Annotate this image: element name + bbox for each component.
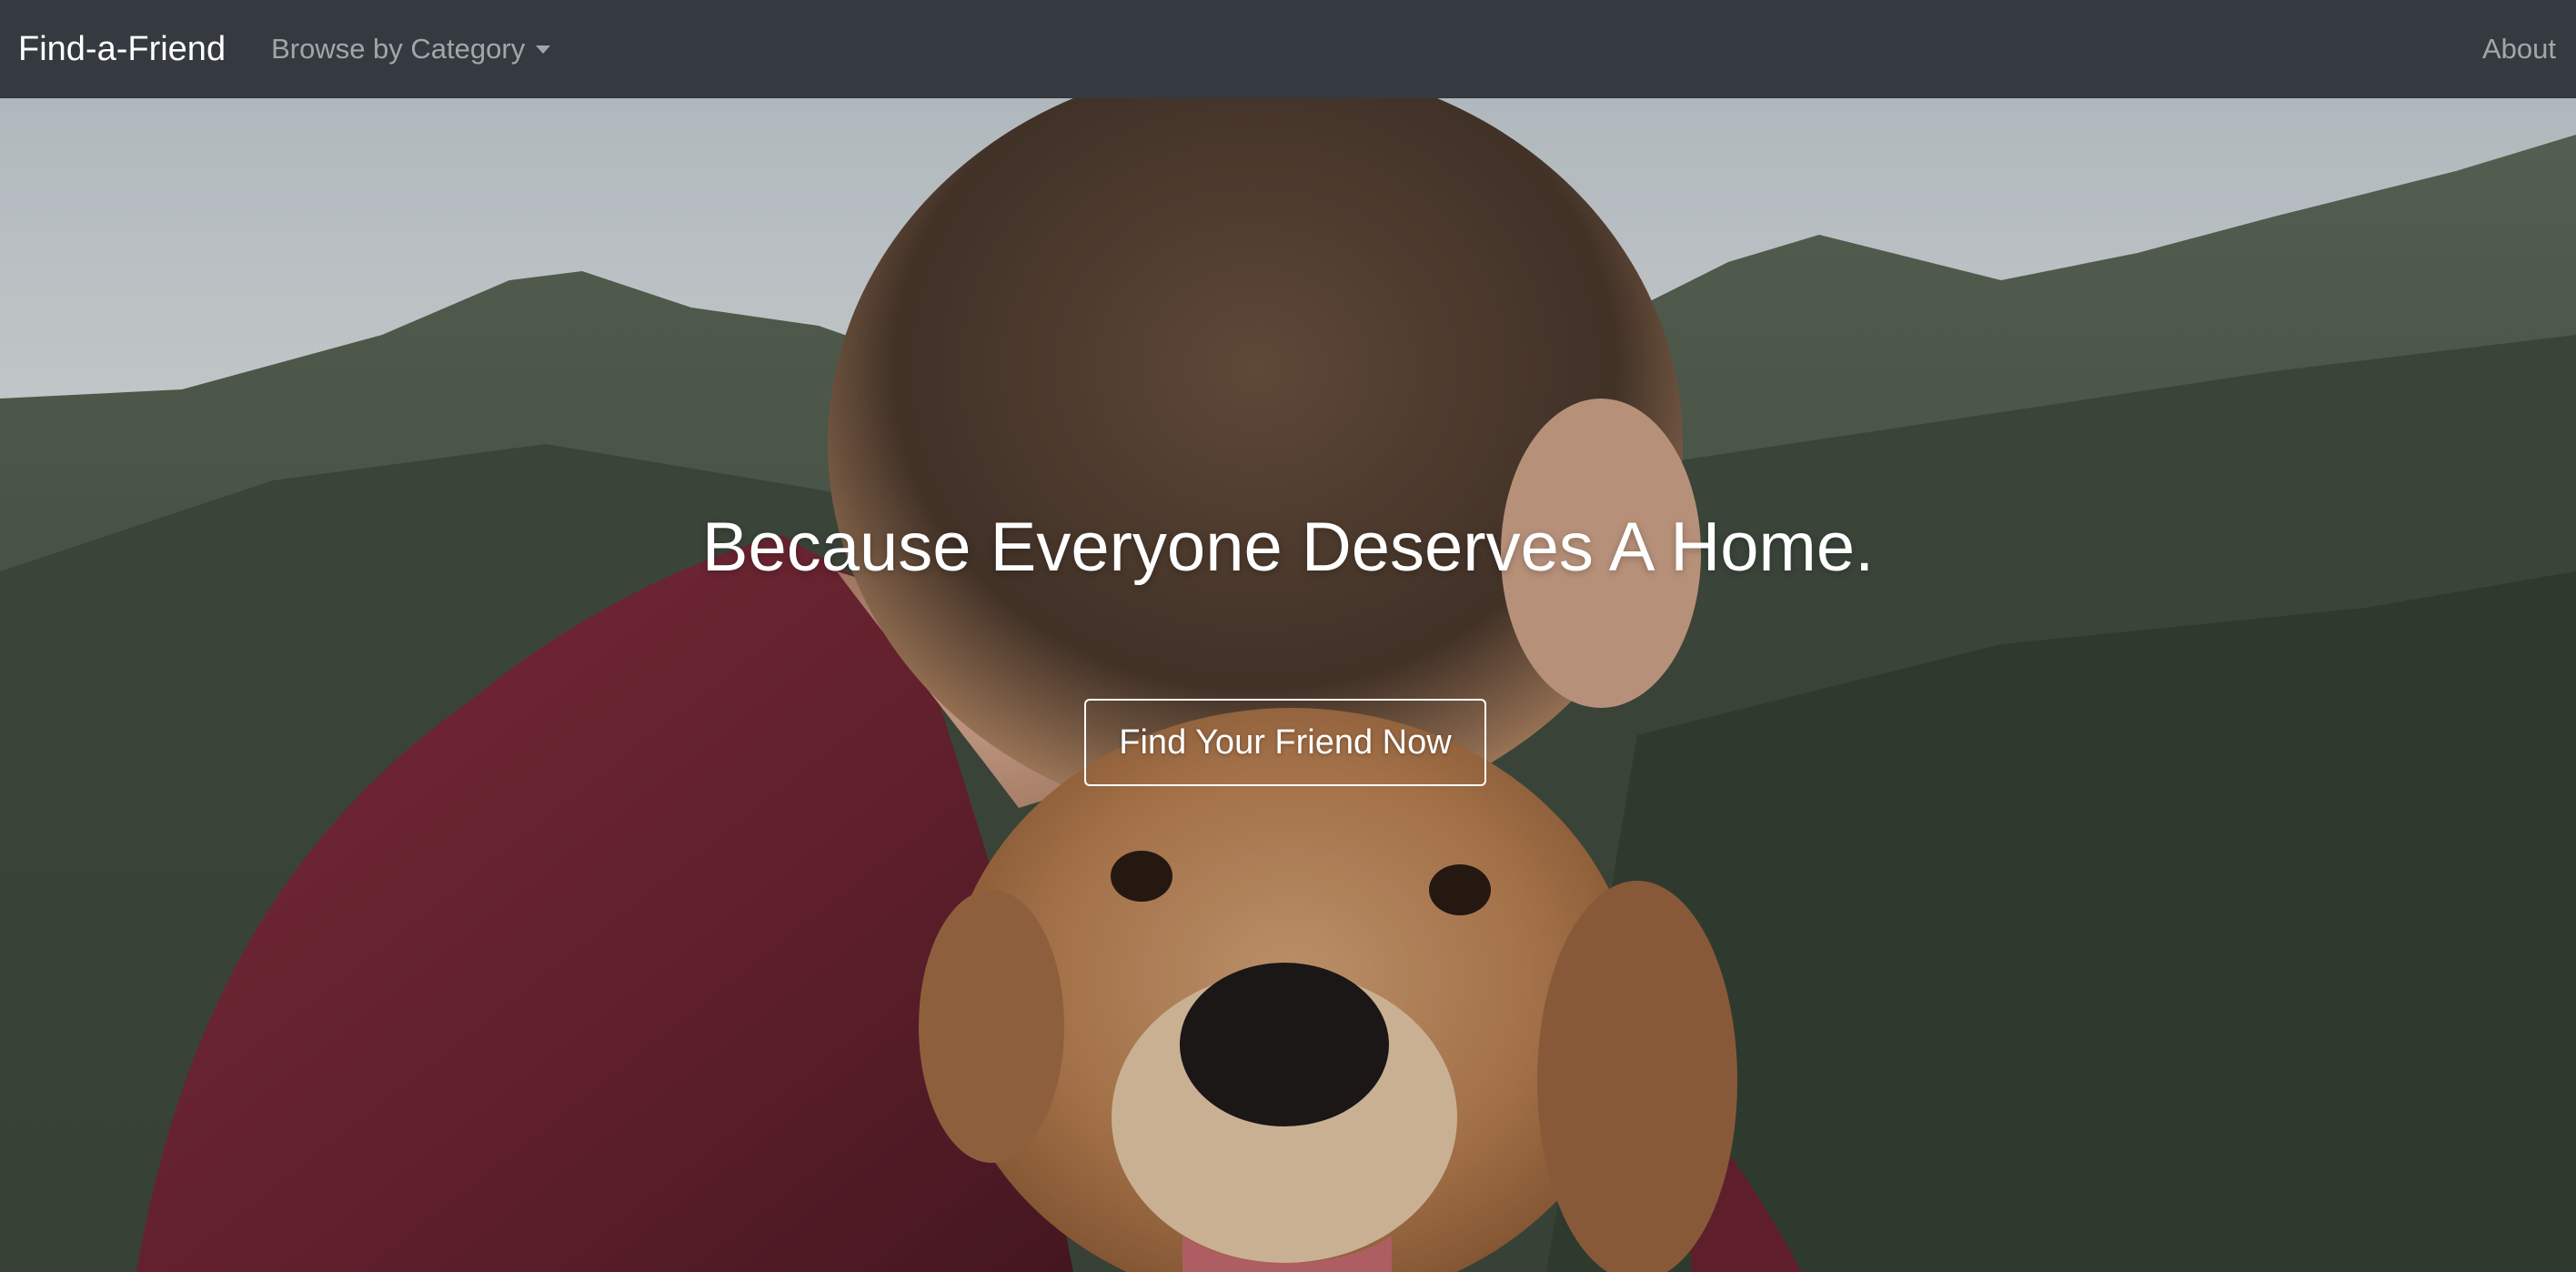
hero-section: Because Everyone Deserves A Home. Find Y… xyxy=(0,98,2576,1272)
top-navbar: Find-a-Friend Browse by Category About xyxy=(0,0,2576,98)
hero-title: Because Everyone Deserves A Home. xyxy=(701,509,1875,586)
browse-category-label: Browse by Category xyxy=(271,33,526,65)
browse-category-dropdown[interactable]: Browse by Category xyxy=(271,33,551,66)
hero-overlay xyxy=(0,98,2576,1272)
about-link[interactable]: About xyxy=(2482,33,2556,66)
find-friend-button[interactable]: Find Your Friend Now xyxy=(1084,699,1486,786)
brand-link[interactable]: Find-a-Friend xyxy=(18,32,226,66)
caret-down-icon xyxy=(536,45,551,54)
